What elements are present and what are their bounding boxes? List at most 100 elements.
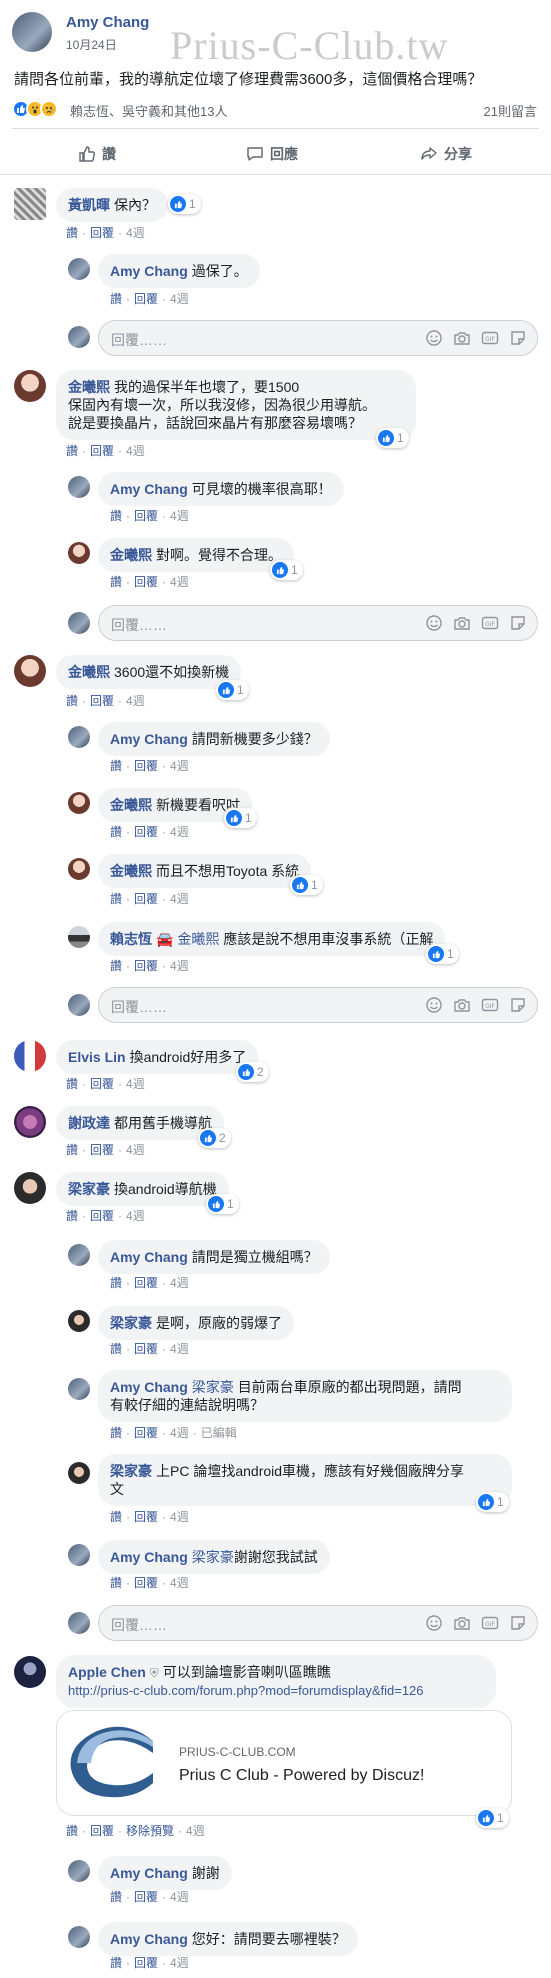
camera-icon[interactable]	[453, 996, 471, 1014]
link-preview-card[interactable]: PRIUS-C-CLUB.COM Prius C Club - Powered …	[56, 1710, 512, 1816]
like-link[interactable]: 讚	[66, 226, 78, 240]
like-link[interactable]: 讚	[110, 892, 122, 906]
reply-avatar[interactable]	[68, 1244, 90, 1266]
comment-time[interactable]: 4週	[126, 1077, 145, 1091]
comment-time[interactable]: 4週	[170, 1576, 189, 1590]
comment-like-badge[interactable]: 1	[206, 1194, 239, 1214]
reply-input[interactable]: 回覆…… GIF	[98, 320, 538, 356]
reply-avatar[interactable]	[68, 1378, 90, 1400]
comment-time[interactable]: 4週	[186, 1824, 205, 1838]
reply-link[interactable]: 回覆	[90, 1824, 114, 1838]
post-author-avatar[interactable]	[12, 12, 52, 52]
like-link[interactable]: 讚	[110, 1426, 122, 1440]
like-link[interactable]: 讚	[110, 292, 122, 306]
like-link[interactable]: 讚	[110, 825, 122, 839]
reply-input[interactable]: 回覆…… GIF	[98, 987, 538, 1023]
reply-input[interactable]: 回覆…… GIF	[98, 605, 538, 641]
reply-avatar[interactable]	[68, 1310, 90, 1332]
comment-like-badge[interactable]: 1	[270, 560, 303, 580]
reply-avatar[interactable]	[68, 542, 90, 564]
commenter-name[interactable]: Amy Chang	[110, 481, 188, 497]
reply-link[interactable]: 回覆	[90, 1209, 114, 1223]
commenter-name[interactable]: 金曦熙	[110, 863, 152, 879]
reply-avatar[interactable]	[68, 1926, 90, 1948]
commenter-avatar[interactable]	[14, 655, 46, 687]
comment-time[interactable]: 4週	[170, 292, 189, 306]
reply-link[interactable]: 回覆	[90, 444, 114, 458]
like-link[interactable]: 讚	[110, 575, 122, 589]
comment-like-badge[interactable]: 1	[224, 808, 257, 828]
sticker-icon[interactable]	[509, 329, 527, 347]
commenter-name[interactable]: Amy Chang	[110, 263, 188, 279]
emoji-icon[interactable]	[425, 329, 443, 347]
comment-time[interactable]: 4週	[170, 1956, 189, 1970]
comment-time[interactable]: 4週	[170, 892, 189, 906]
commenter-name[interactable]: 金曦熙	[68, 664, 110, 680]
commenter-name[interactable]: Amy Chang	[110, 731, 188, 747]
reply-link[interactable]: 回覆	[134, 575, 158, 589]
reply-avatar[interactable]	[68, 1544, 90, 1566]
edited-label[interactable]: 已編輯	[201, 1426, 237, 1440]
comment-link[interactable]: http://prius-c-club.com/forum.php?mod=fo…	[68, 1682, 484, 1700]
reply-link[interactable]: 回覆	[134, 959, 158, 973]
commenter-avatar[interactable]	[14, 1040, 46, 1072]
commenter-name[interactable]: 謝政達	[68, 1115, 110, 1131]
reply-link[interactable]: 回覆	[134, 1576, 158, 1590]
reactions-text[interactable]: 賴志恆、吳守義和其他13人	[70, 101, 227, 120]
like-link[interactable]: 讚	[66, 1077, 78, 1091]
emoji-icon[interactable]	[425, 996, 443, 1014]
emoji-icon[interactable]	[425, 614, 443, 632]
post-date[interactable]: 10月24日	[66, 36, 117, 53]
commenter-name[interactable]: 金曦熙	[110, 797, 152, 813]
reply-link[interactable]: 回覆	[134, 1276, 158, 1290]
camera-icon[interactable]	[453, 1614, 471, 1632]
commenter-name[interactable]: Amy Chang	[110, 1249, 188, 1265]
comment-time[interactable]: 4週	[170, 825, 189, 839]
commenter-name[interactable]: Amy Chang	[110, 1865, 188, 1881]
reply-avatar[interactable]	[68, 1462, 90, 1484]
comment-like-badge[interactable]: 1	[426, 944, 459, 964]
camera-icon[interactable]	[453, 614, 471, 632]
reply-link[interactable]: 回覆	[134, 759, 158, 773]
reply-avatar[interactable]	[68, 476, 90, 498]
reply-link[interactable]: 回覆	[90, 694, 114, 708]
comment-time[interactable]: 4週	[170, 575, 189, 589]
comment-time[interactable]: 4週	[170, 1510, 189, 1524]
comment-time[interactable]: 4週	[126, 1143, 145, 1157]
like-link[interactable]: 讚	[110, 1342, 122, 1356]
reply-avatar[interactable]	[68, 726, 90, 748]
reply-input[interactable]: 回覆…… GIF	[98, 1605, 538, 1641]
commenter-name[interactable]: Amy Chang	[110, 1549, 188, 1565]
comment-time[interactable]: 4週	[170, 1276, 189, 1290]
like-link[interactable]: 讚	[110, 1276, 122, 1290]
reply-link[interactable]: 回覆	[134, 825, 158, 839]
comment-time[interactable]: 4週	[170, 1890, 189, 1904]
comment-action-button[interactable]: 回應	[246, 144, 298, 164]
reply-avatar[interactable]	[68, 792, 90, 814]
commenter-name[interactable]: 賴志恆	[110, 931, 152, 947]
commenter-name[interactable]: 梁家豪	[110, 1463, 152, 1479]
reply-link[interactable]: 回覆	[90, 1143, 114, 1157]
comment-like-badge[interactable]: 1	[476, 1808, 509, 1828]
comment-like-badge[interactable]: 1	[476, 1492, 509, 1512]
reply-link[interactable]: 回覆	[90, 226, 114, 240]
like-link[interactable]: 讚	[110, 1510, 122, 1524]
comment-time[interactable]: 4週	[126, 226, 145, 240]
reply-link[interactable]: 回覆	[134, 1890, 158, 1904]
like-link[interactable]: 讚	[66, 1209, 78, 1223]
reply-link[interactable]: 回覆	[90, 1077, 114, 1091]
reply-link[interactable]: 回覆	[134, 1342, 158, 1356]
camera-icon[interactable]	[453, 329, 471, 347]
commenter-name[interactable]: Apple Chen	[68, 1664, 146, 1680]
remove-preview-link[interactable]: 移除預覽	[126, 1824, 174, 1838]
comment-time[interactable]: 4週	[170, 959, 189, 973]
mention-tag[interactable]: 金曦熙	[177, 931, 219, 947]
commenter-name[interactable]: 金曦熙	[68, 379, 110, 395]
reply-avatar[interactable]	[68, 858, 90, 880]
like-link[interactable]: 讚	[66, 1143, 78, 1157]
comment-time[interactable]: 4週	[126, 444, 145, 458]
sticker-icon[interactable]	[509, 996, 527, 1014]
gif-icon[interactable]: GIF	[481, 329, 499, 347]
commenter-name[interactable]: 梁家豪	[68, 1181, 110, 1197]
commenter-name[interactable]: 金曦熙	[110, 547, 152, 563]
